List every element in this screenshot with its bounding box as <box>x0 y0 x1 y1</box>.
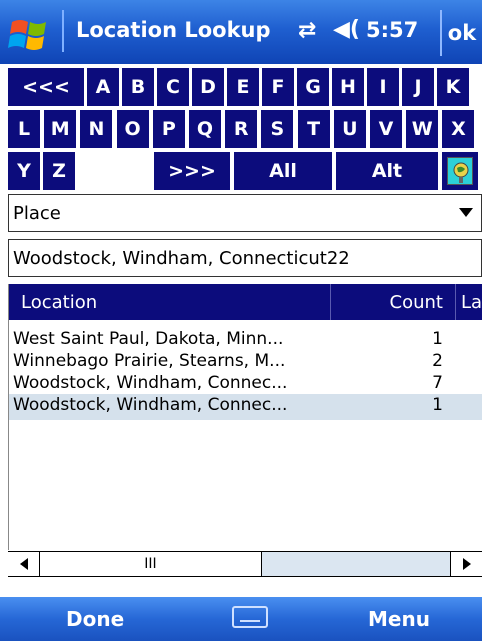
menu-button[interactable]: Menu <box>368 607 430 631</box>
key-n[interactable]: N <box>80 110 113 148</box>
count-cell: 7 <box>432 373 443 393</box>
key-o[interactable]: O <box>116 110 149 148</box>
key-c[interactable]: C <box>157 68 189 106</box>
softkey-bar: Done Menu <box>0 597 482 641</box>
key-y[interactable]: Y <box>8 152 40 190</box>
list-row[interactable]: Woodstock, Windham, Connec... 1 <box>9 394 482 420</box>
key-j[interactable]: J <box>402 68 434 106</box>
key-s[interactable]: S <box>261 110 294 148</box>
key-v[interactable]: V <box>370 110 402 148</box>
key-k[interactable]: K <box>437 68 469 106</box>
key-g[interactable]: G <box>297 68 329 106</box>
count-cell: 1 <box>432 395 443 415</box>
location-cell: Woodstock, Windham, Connec... <box>13 395 288 415</box>
app-title: Location Lookup <box>76 18 271 42</box>
key-nextnextnext[interactable]: >>> <box>154 152 230 190</box>
globe-icon <box>447 157 473 185</box>
key-b[interactable]: B <box>122 68 154 106</box>
letter-row-2: LMNOPQRSTUVWX <box>8 110 482 148</box>
key-h[interactable]: H <box>332 68 364 106</box>
location-cell: Woodstock, Windham, Connec... <box>13 373 288 393</box>
title-bar: Location Lookup ⇄ ◀( 5:57 ok <box>0 0 482 64</box>
list-row[interactable]: Winnebago Prairie, Stearns, M... 2 <box>9 350 482 372</box>
key-w[interactable]: W <box>406 110 439 148</box>
connectivity-icon[interactable]: ⇄ <box>298 18 316 43</box>
horizontal-scrollbar[interactable]: III <box>8 551 482 577</box>
key-d[interactable]: D <box>192 68 224 106</box>
location-search-input[interactable]: Woodstock, Windham, Connecticut22 <box>8 239 482 277</box>
location-cell: Winnebago Prairie, Stearns, M... <box>13 351 286 371</box>
place-type-dropdown[interactable]: Place <box>8 194 482 232</box>
key-p[interactable]: P <box>152 110 185 148</box>
volume-icon[interactable]: ◀( <box>333 17 360 42</box>
key-l[interactable]: L <box>8 110 40 148</box>
location-cell: West Saint Paul, Dakota, Minn... <box>13 329 284 349</box>
letter-row-1: <<< A B C D E F G H I J K <box>8 68 482 106</box>
scroll-right-button[interactable] <box>450 552 482 576</box>
list-row[interactable]: Woodstock, Windham, Connec... 7 <box>9 372 482 394</box>
column-header-count[interactable]: Count <box>331 284 456 320</box>
key-q[interactable]: Q <box>189 110 221 148</box>
key-m[interactable]: M <box>44 110 77 148</box>
scroll-thumb[interactable]: III <box>40 552 262 576</box>
key-prevprevprev[interactable]: <<< <box>8 68 84 106</box>
clock[interactable]: 5:57 <box>366 18 418 42</box>
letter-row-3: Alt All >>> Z Y <box>8 152 482 190</box>
key-all[interactable]: All <box>234 152 332 190</box>
key-f[interactable]: F <box>262 68 294 106</box>
column-header-location[interactable]: Location <box>9 284 331 320</box>
done-button[interactable]: Done <box>66 607 124 631</box>
title-separator <box>62 10 64 52</box>
letter-selector: <<< A B C D E F G H I J K LMNOPQRSTUVWX Alt All >>> Z Y <box>0 64 482 192</box>
dropdown-selected-value: Place <box>13 202 61 224</box>
scroll-left-arrow-icon <box>19 558 28 570</box>
scroll-left-button[interactable] <box>8 552 40 576</box>
location-search-value: Woodstock, Windham, Connecticut22 <box>13 247 350 269</box>
count-cell: 2 <box>432 351 443 371</box>
key-alt[interactable]: Alt <box>336 152 438 190</box>
key-e[interactable]: E <box>227 68 259 106</box>
key-u[interactable]: U <box>333 110 366 148</box>
key-a[interactable]: A <box>87 68 119 106</box>
key-x[interactable]: X <box>442 110 475 148</box>
keyboard-icon[interactable] <box>232 606 268 628</box>
list-header: Location Count La <box>9 284 482 320</box>
dropdown-arrow-icon[interactable] <box>459 208 473 217</box>
key-z[interactable]: Z <box>43 152 75 190</box>
key-r[interactable]: R <box>225 110 258 148</box>
list-row[interactable]: West Saint Paul, Dakota, Minn... 1 <box>9 328 482 350</box>
location-list: Location Count La West Saint Paul, Dakot… <box>8 284 482 550</box>
ok-button[interactable]: ok <box>440 10 482 56</box>
scroll-right-arrow-icon <box>462 558 471 570</box>
key-t[interactable]: T <box>297 110 330 148</box>
windows-start-icon[interactable] <box>8 12 54 54</box>
globe-button[interactable] <box>442 152 478 190</box>
key-i[interactable]: I <box>367 68 399 106</box>
column-header-la[interactable]: La <box>457 284 482 320</box>
count-cell: 1 <box>432 329 443 349</box>
